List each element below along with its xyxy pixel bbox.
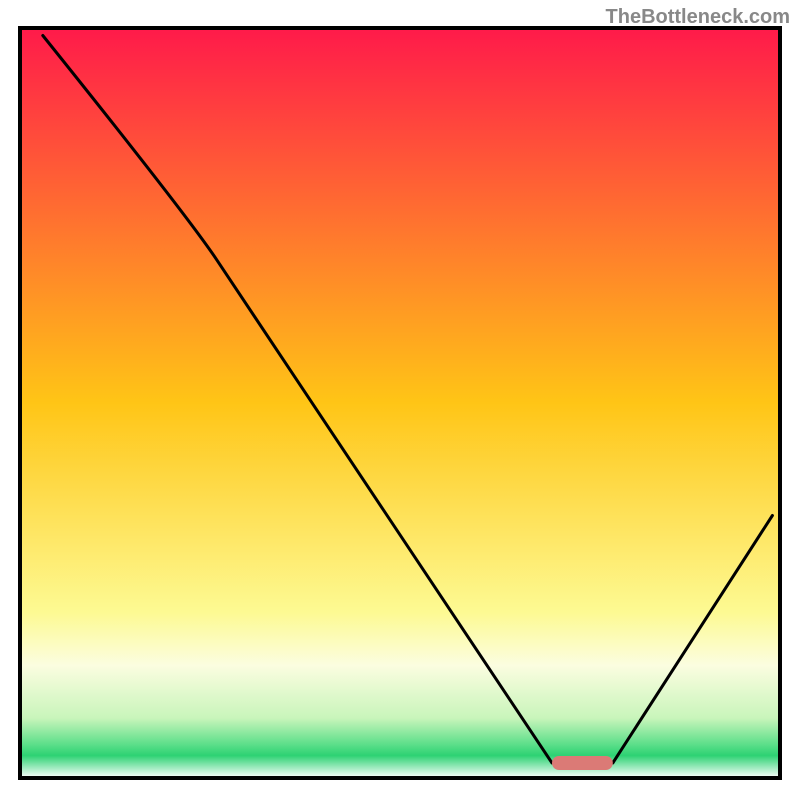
chart-background bbox=[20, 28, 780, 778]
optimal-range-marker bbox=[552, 756, 613, 770]
chart-container: TheBottleneck.com bbox=[0, 0, 800, 800]
plot-area bbox=[20, 28, 780, 778]
bottleneck-chart bbox=[0, 0, 800, 800]
watermark-text: TheBottleneck.com bbox=[606, 6, 790, 29]
